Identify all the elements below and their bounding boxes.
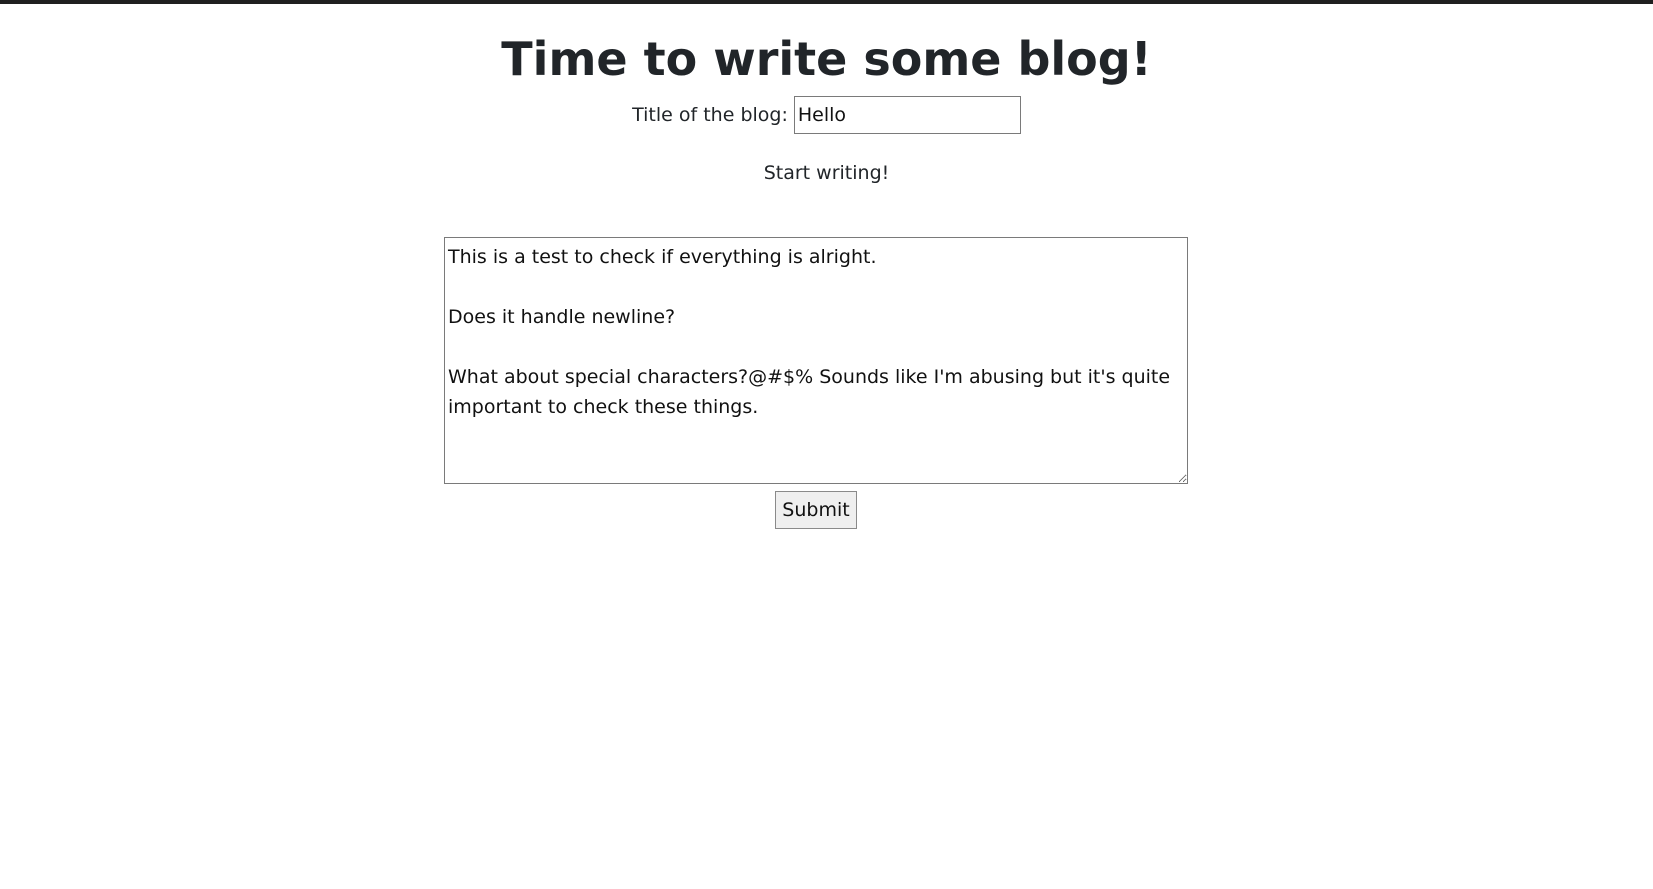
blog-title-label: Title of the blog: [632,104,788,126]
submit-button[interactable]: Submit [775,491,857,529]
top-border-bar [0,0,1653,4]
page-title: Time to write some blog! [501,32,1152,86]
blog-title-row: Title of the blog: [0,96,1653,134]
blog-content-textarea[interactable]: This is a test to check if everything is… [444,237,1188,484]
start-writing-text: Start writing! [763,162,890,184]
blog-title-input[interactable] [793,96,1021,134]
